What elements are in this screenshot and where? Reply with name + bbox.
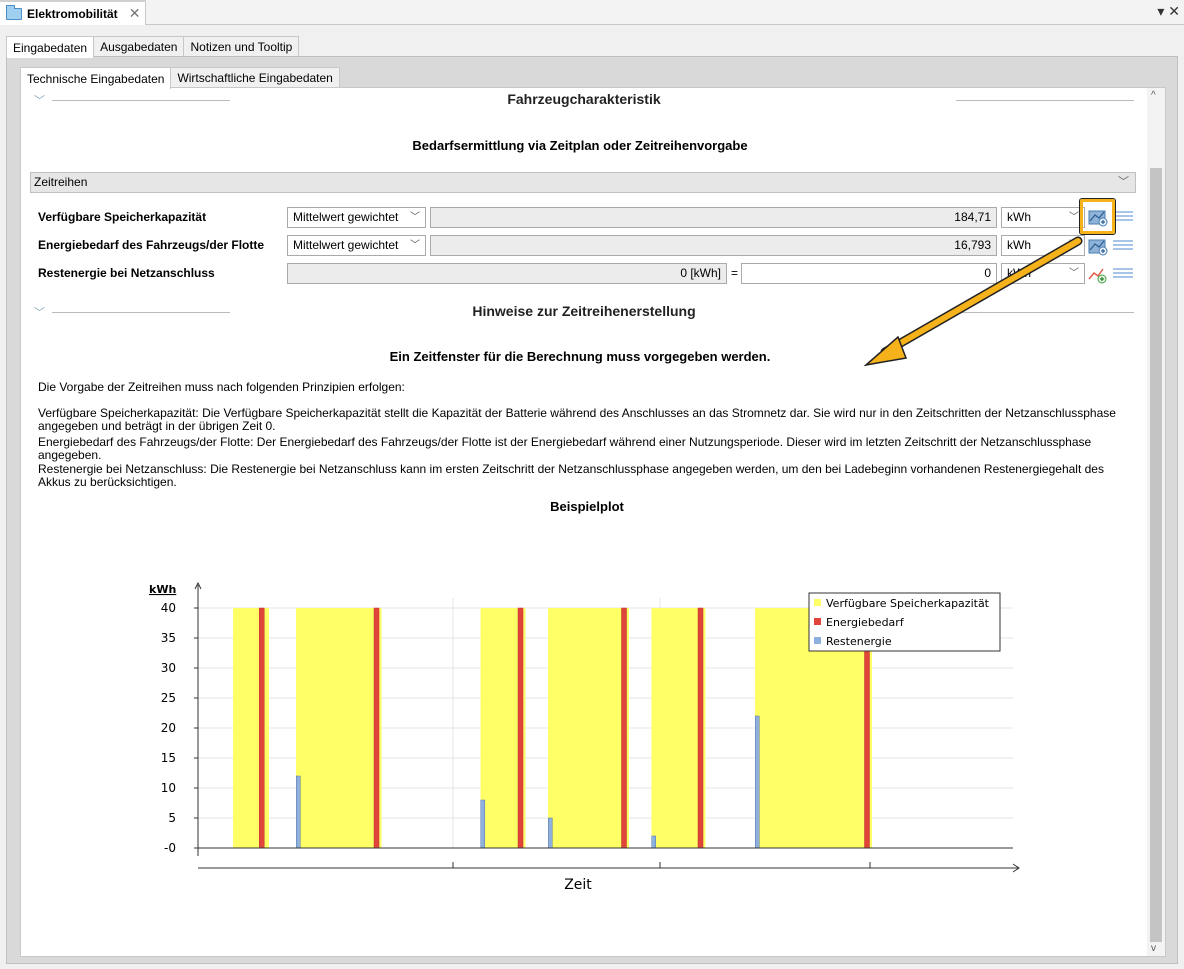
y-tick-label: -0	[164, 841, 176, 855]
list-icon[interactable]	[1113, 238, 1133, 254]
unit-select-value: kWh	[1007, 210, 1031, 224]
demand-bar	[373, 607, 380, 849]
y-tick-label: 10	[161, 781, 176, 795]
value-field[interactable]: 184,71	[430, 207, 997, 228]
timeseries-chart-icon[interactable]	[1088, 236, 1108, 256]
chevron-down-icon: ﹀	[1069, 212, 1079, 223]
capacity-bar	[296, 608, 382, 848]
rest-bar	[755, 715, 760, 849]
section-fahrzeugcharakteristik[interactable]: ﹀ Fahrzeugcharakteristik	[34, 90, 1134, 112]
example-plot: 40 35 30 25 20 15 10 5 -0 kWh Zeit Verfügbare Speic…	[143, 573, 1024, 894]
demand-bar	[697, 607, 704, 849]
folder-icon	[6, 4, 22, 20]
scroll-down-icon[interactable]: v	[1151, 943, 1156, 954]
tab-wirtschaftliche-eingabedaten[interactable]: Wirtschaftliche Eingabedaten	[170, 67, 340, 88]
demand-bar	[517, 607, 524, 849]
list-icon[interactable]	[1113, 266, 1133, 282]
bedarf-title: Bedarfsermittlung via Zeitplan oder Zeit…	[412, 138, 748, 153]
document-title: Elektromobilität	[27, 6, 118, 21]
hint-paragraph: Energiebedarf des Fahrzeugs/der Flotte: …	[38, 435, 1092, 462]
chevron-down-icon: ﹀	[410, 240, 420, 251]
window-controls[interactable]: ▾ ✕	[1157, 3, 1180, 20]
unit-select-value: kWh	[1007, 266, 1031, 280]
method-select-value: Mittelwert gewichtet	[293, 238, 399, 252]
y-tick-label: 35	[161, 631, 176, 645]
method-select-value: Mittelwert gewichtet	[293, 210, 399, 224]
hint-paragraph: Verfügbare Speicherkapazität: Die Verfüg…	[38, 406, 1116, 433]
tab-notizen[interactable]: Notizen und Tooltip	[183, 36, 300, 57]
legend-label: Energiebedarf	[826, 616, 905, 629]
mode-select-value: Zeitreihen	[34, 175, 88, 189]
example-plot-svg: 40 35 30 25 20 15 10 5 -0 kWh Zeit Verfügbare Speic…	[149, 581, 1020, 893]
section-title: Hinweise zur Zeitreihenerstellung	[472, 303, 696, 319]
y-tick-label: 20	[161, 721, 176, 735]
capacity-bar	[651, 608, 706, 848]
vertical-scrollbar[interactable]: ^ v	[1147, 88, 1165, 956]
value-field[interactable]: 0	[741, 263, 997, 284]
y-tick-label: 5	[168, 811, 176, 825]
scroll-up-icon[interactable]: ^	[1151, 90, 1156, 101]
demand-bar	[621, 607, 627, 849]
chevron-down-icon: ﹀	[1069, 268, 1079, 279]
legend-swatch	[814, 618, 821, 625]
rest-bar	[548, 817, 553, 849]
close-icon[interactable]: ✕	[129, 5, 141, 22]
chevron-down-icon: ﹀	[1069, 240, 1079, 251]
y-axis-label: kWh	[149, 583, 176, 596]
chevron-down-icon: ﹀	[1118, 176, 1129, 188]
divider	[956, 312, 1134, 313]
scroll-thumb[interactable]	[1150, 168, 1162, 942]
rest-bar	[296, 775, 301, 849]
section-title: Fahrzeugcharakteristik	[507, 91, 661, 107]
y-tick-label: 25	[161, 691, 176, 705]
section-hinweise[interactable]: ﹀ Hinweise zur Zeitreihenerstellung	[34, 302, 1134, 324]
hint-title: Ein Zeitfenster für die Berechnung muss …	[389, 349, 771, 364]
demand-bar	[259, 607, 265, 849]
legend-label: Restenergie	[826, 635, 892, 648]
rest-bar	[651, 835, 656, 849]
unit-select[interactable]: kWh ﹀	[1001, 207, 1085, 228]
mode-select[interactable]: Zeitreihen ﹀	[30, 172, 1136, 193]
hint-paragraph: Die Vorgabe der Zeitreihen muss nach fol…	[38, 380, 405, 394]
chevron-down-icon: ﹀	[410, 212, 420, 223]
y-tick-label: 40	[161, 601, 176, 615]
legend-swatch	[814, 599, 821, 606]
document-tab[interactable]: Elektromobilität ✕	[0, 0, 146, 25]
tab-technische-eingabedaten[interactable]: Technische Eingabedaten	[20, 67, 172, 89]
unit-select[interactable]: kWh ﹀	[1001, 235, 1085, 256]
plot-title: Beispielplot	[550, 499, 624, 514]
main-tab-bar: Eingabedaten Ausgabedaten Notizen und To…	[6, 36, 300, 58]
x-axis-label: Zeit	[564, 877, 592, 893]
method-select[interactable]: Mittelwert gewichtet ﹀	[287, 235, 426, 256]
divider	[956, 100, 1134, 101]
sub-tab-bar: Technische Eingabedaten Wirtschaftliche …	[20, 67, 340, 89]
document-tab-bar: Elektromobilität ✕ ▾ ✕	[0, 0, 1184, 25]
legend-label: Verfügbare Speicherkapazität	[826, 597, 990, 610]
tab-eingabedaten[interactable]: Eingabedaten	[6, 36, 95, 58]
value-field[interactable]: 16,793	[430, 235, 997, 256]
method-select[interactable]: Mittelwert gewichtet ﹀	[287, 207, 426, 228]
row-label: Restenergie bei Netzanschluss	[38, 266, 215, 280]
y-tick-label: 15	[161, 751, 176, 765]
equals-sign: =	[731, 266, 739, 280]
unit-select-value: kWh	[1007, 238, 1031, 252]
row-label: Verfügbare Speicherkapazität	[38, 210, 207, 224]
list-icon[interactable]	[1113, 209, 1133, 225]
line-chart-add-icon[interactable]	[1088, 264, 1108, 284]
highlight-box	[1080, 199, 1115, 234]
tab-ausgabedaten[interactable]: Ausgabedaten	[93, 36, 185, 57]
unit-select[interactable]: kWh ﹀	[1001, 263, 1085, 284]
y-tick-label: 30	[161, 661, 176, 675]
hint-paragraph: Restenergie bei Netzanschluss: Die Reste…	[38, 462, 1104, 489]
computed-field: 0 [kWh]	[287, 263, 727, 284]
capacity-bar	[548, 608, 629, 848]
rest-bar	[480, 799, 485, 849]
row-label: Energiebedarf des Fahrzeugs/der Flotte	[38, 238, 265, 252]
legend-swatch	[814, 637, 821, 644]
